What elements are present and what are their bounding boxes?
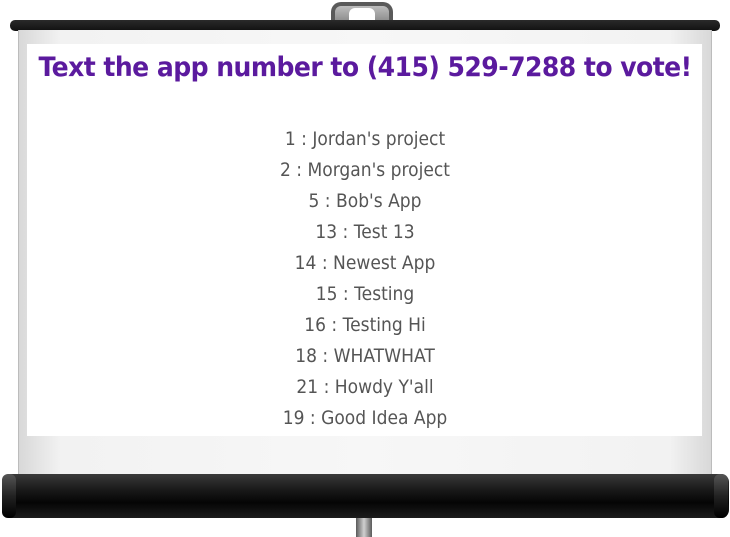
roller-left-cap (2, 474, 16, 518)
screen-bottom-roller (3, 474, 729, 518)
list-item: 1 : Jordan's project (284, 128, 446, 150)
list-item: 2 : Morgan's project (279, 159, 451, 181)
list-item: 15 : Testing (315, 283, 415, 305)
projector-screen-stage: Text the app number to (415) 529-7288 to… (0, 0, 730, 537)
list-item: 21 : Howdy Y'all (296, 376, 434, 398)
list-item: 13 : Test 13 (315, 221, 415, 243)
list-item: 14 : Newest App (294, 252, 436, 274)
app-list: 1 : Jordan's project 2 : Morgan's projec… (0, 124, 730, 434)
list-item: 18 : WHATWHAT (295, 345, 435, 367)
list-item: 19 : Good Idea App (282, 407, 448, 429)
vote-instructions-headline: Text the app number to (415) 529-7288 to… (38, 52, 692, 83)
list-item: 5 : Bob's App (308, 190, 422, 212)
roller-right-cap (714, 474, 728, 518)
screen-stand-pole (356, 518, 372, 537)
list-item: 16 : Testing Hi (304, 314, 426, 336)
screen-handle (331, 2, 393, 22)
